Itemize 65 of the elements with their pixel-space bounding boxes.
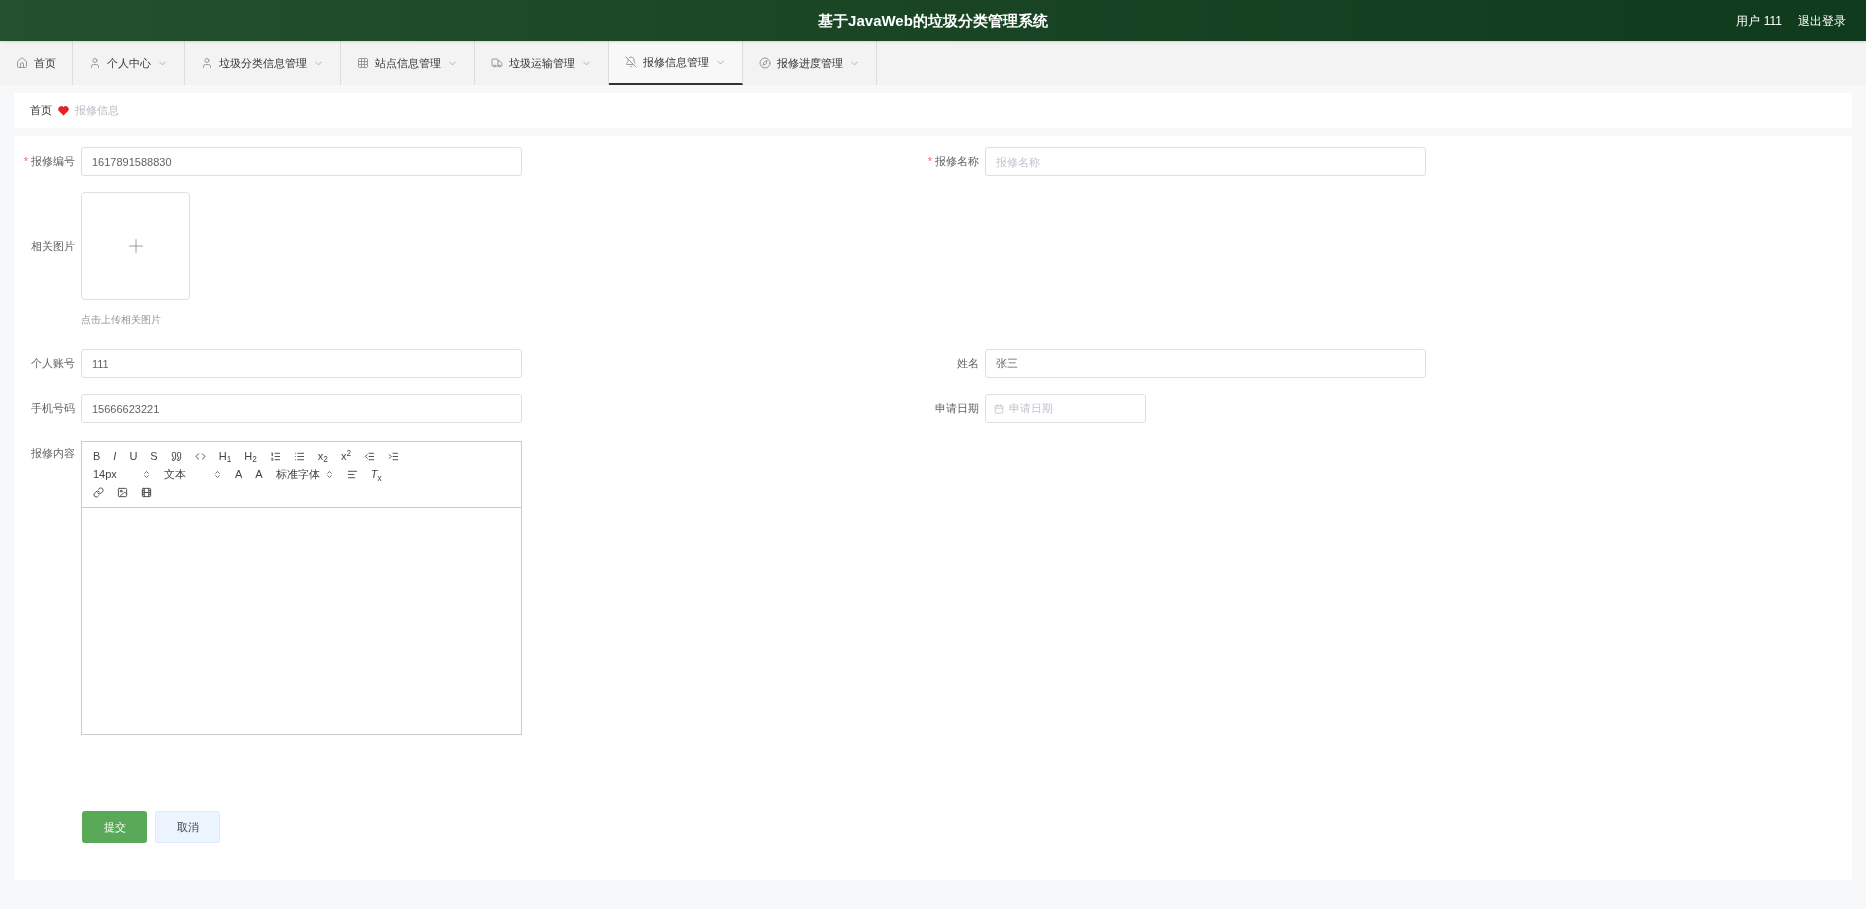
field-label: 报修内容 <box>31 446 75 461</box>
nav-tab[interactable]: 站点信息管理 <box>341 41 475 85</box>
home-icon <box>16 57 28 69</box>
required-mark: * <box>927 154 932 170</box>
toolbar-button[interactable]: A <box>230 466 248 483</box>
bell-icon <box>625 56 637 68</box>
rich-text-editor[interactable]: B I U S H$_{1}$ H$_{2}$ x$_{2}$ x$^{2}$ 14px 文本 A A 标准字体 T$_{x}$ <box>81 441 522 735</box>
truck-icon <box>491 57 503 69</box>
nav-tab[interactable]: 报修信息管理 <box>609 41 743 85</box>
text-field[interactable]: 1617891588830 <box>81 147 522 176</box>
field-label: 申请日期 <box>935 401 979 417</box>
field-label: 相关图片 <box>31 238 75 254</box>
field-label: 报修编号 <box>31 154 75 170</box>
toolbar-button[interactable]: x$^{2}$ <box>335 448 356 465</box>
toolbar-button[interactable]: T$_{x}$ <box>365 466 387 483</box>
field-label: 手机号码 <box>31 401 75 417</box>
field-label: 姓名 <box>957 356 979 372</box>
toolbar-button[interactable]: H$_{1}$ <box>213 448 237 465</box>
text-field[interactable]: 111 <box>81 349 522 378</box>
calendar-icon <box>994 403 1004 414</box>
app-title: 基于JavaWeb的垃圾分类管理系统 <box>818 11 1048 29</box>
breadcrumb-current: 报修信息 <box>75 103 119 119</box>
text-field[interactable]: 15666623221 <box>81 394 522 423</box>
field-label: 报修名称 <box>935 154 979 170</box>
breadcrumb-home[interactable]: 首页 <box>30 102 52 119</box>
toolbar-button[interactable]: B <box>88 448 106 465</box>
toolbar-button[interactable]: x$_{2}$ <box>312 448 333 465</box>
toolbar-select[interactable]: 标准字体 <box>270 466 339 483</box>
toolbar-button[interactable]: A <box>250 466 268 483</box>
text-field[interactable]: 报修名称 <box>985 147 1426 176</box>
image-icon[interactable] <box>117 487 128 499</box>
text-field[interactable]: 张三 <box>985 349 1426 378</box>
toolbar-button[interactable]: S <box>145 448 163 465</box>
bullet-list-icon[interactable] <box>293 450 305 462</box>
toolbar-button[interactable]: U <box>124 448 143 465</box>
user-icon <box>201 57 213 69</box>
upload-hint: 点击上传相关图片 <box>81 313 162 327</box>
align-icon[interactable] <box>346 469 358 480</box>
updown-icon <box>213 470 222 479</box>
nav-tab[interactable]: 首页 <box>0 41 73 85</box>
heart-icon <box>58 105 69 116</box>
video-icon[interactable] <box>141 487 152 499</box>
updown-icon <box>324 470 334 479</box>
updown-icon <box>142 470 151 479</box>
indent-icon[interactable] <box>388 450 399 462</box>
nav-tab[interactable]: 报修进度管理 <box>743 41 877 85</box>
logout-link[interactable]: 退出登录 <box>1798 11 1846 30</box>
compass-icon <box>759 57 771 69</box>
toolbar-select[interactable]: 文本 <box>159 466 227 483</box>
grid-icon <box>357 57 369 69</box>
quote-icon[interactable] <box>170 450 182 462</box>
ordered-list-icon[interactable] <box>269 450 281 462</box>
toolbar-select[interactable]: 14px <box>88 466 156 483</box>
toolbar-button[interactable]: H$_{2}$ <box>239 448 262 465</box>
nav-tab[interactable]: 垃圾分类信息管理 <box>185 41 341 85</box>
link-icon[interactable] <box>93 487 104 499</box>
field-label: 个人账号 <box>31 356 75 372</box>
required-mark: * <box>23 154 28 170</box>
user-icon <box>89 57 101 69</box>
code-icon[interactable] <box>194 450 206 462</box>
user-name: 用户 111 <box>1736 12 1782 30</box>
cancel-button[interactable]: 取消 <box>155 811 220 843</box>
outdent-icon[interactable] <box>364 450 375 462</box>
toolbar-button[interactable]: I <box>108 448 122 465</box>
nav-tab[interactable]: 个人中心 <box>73 41 185 85</box>
